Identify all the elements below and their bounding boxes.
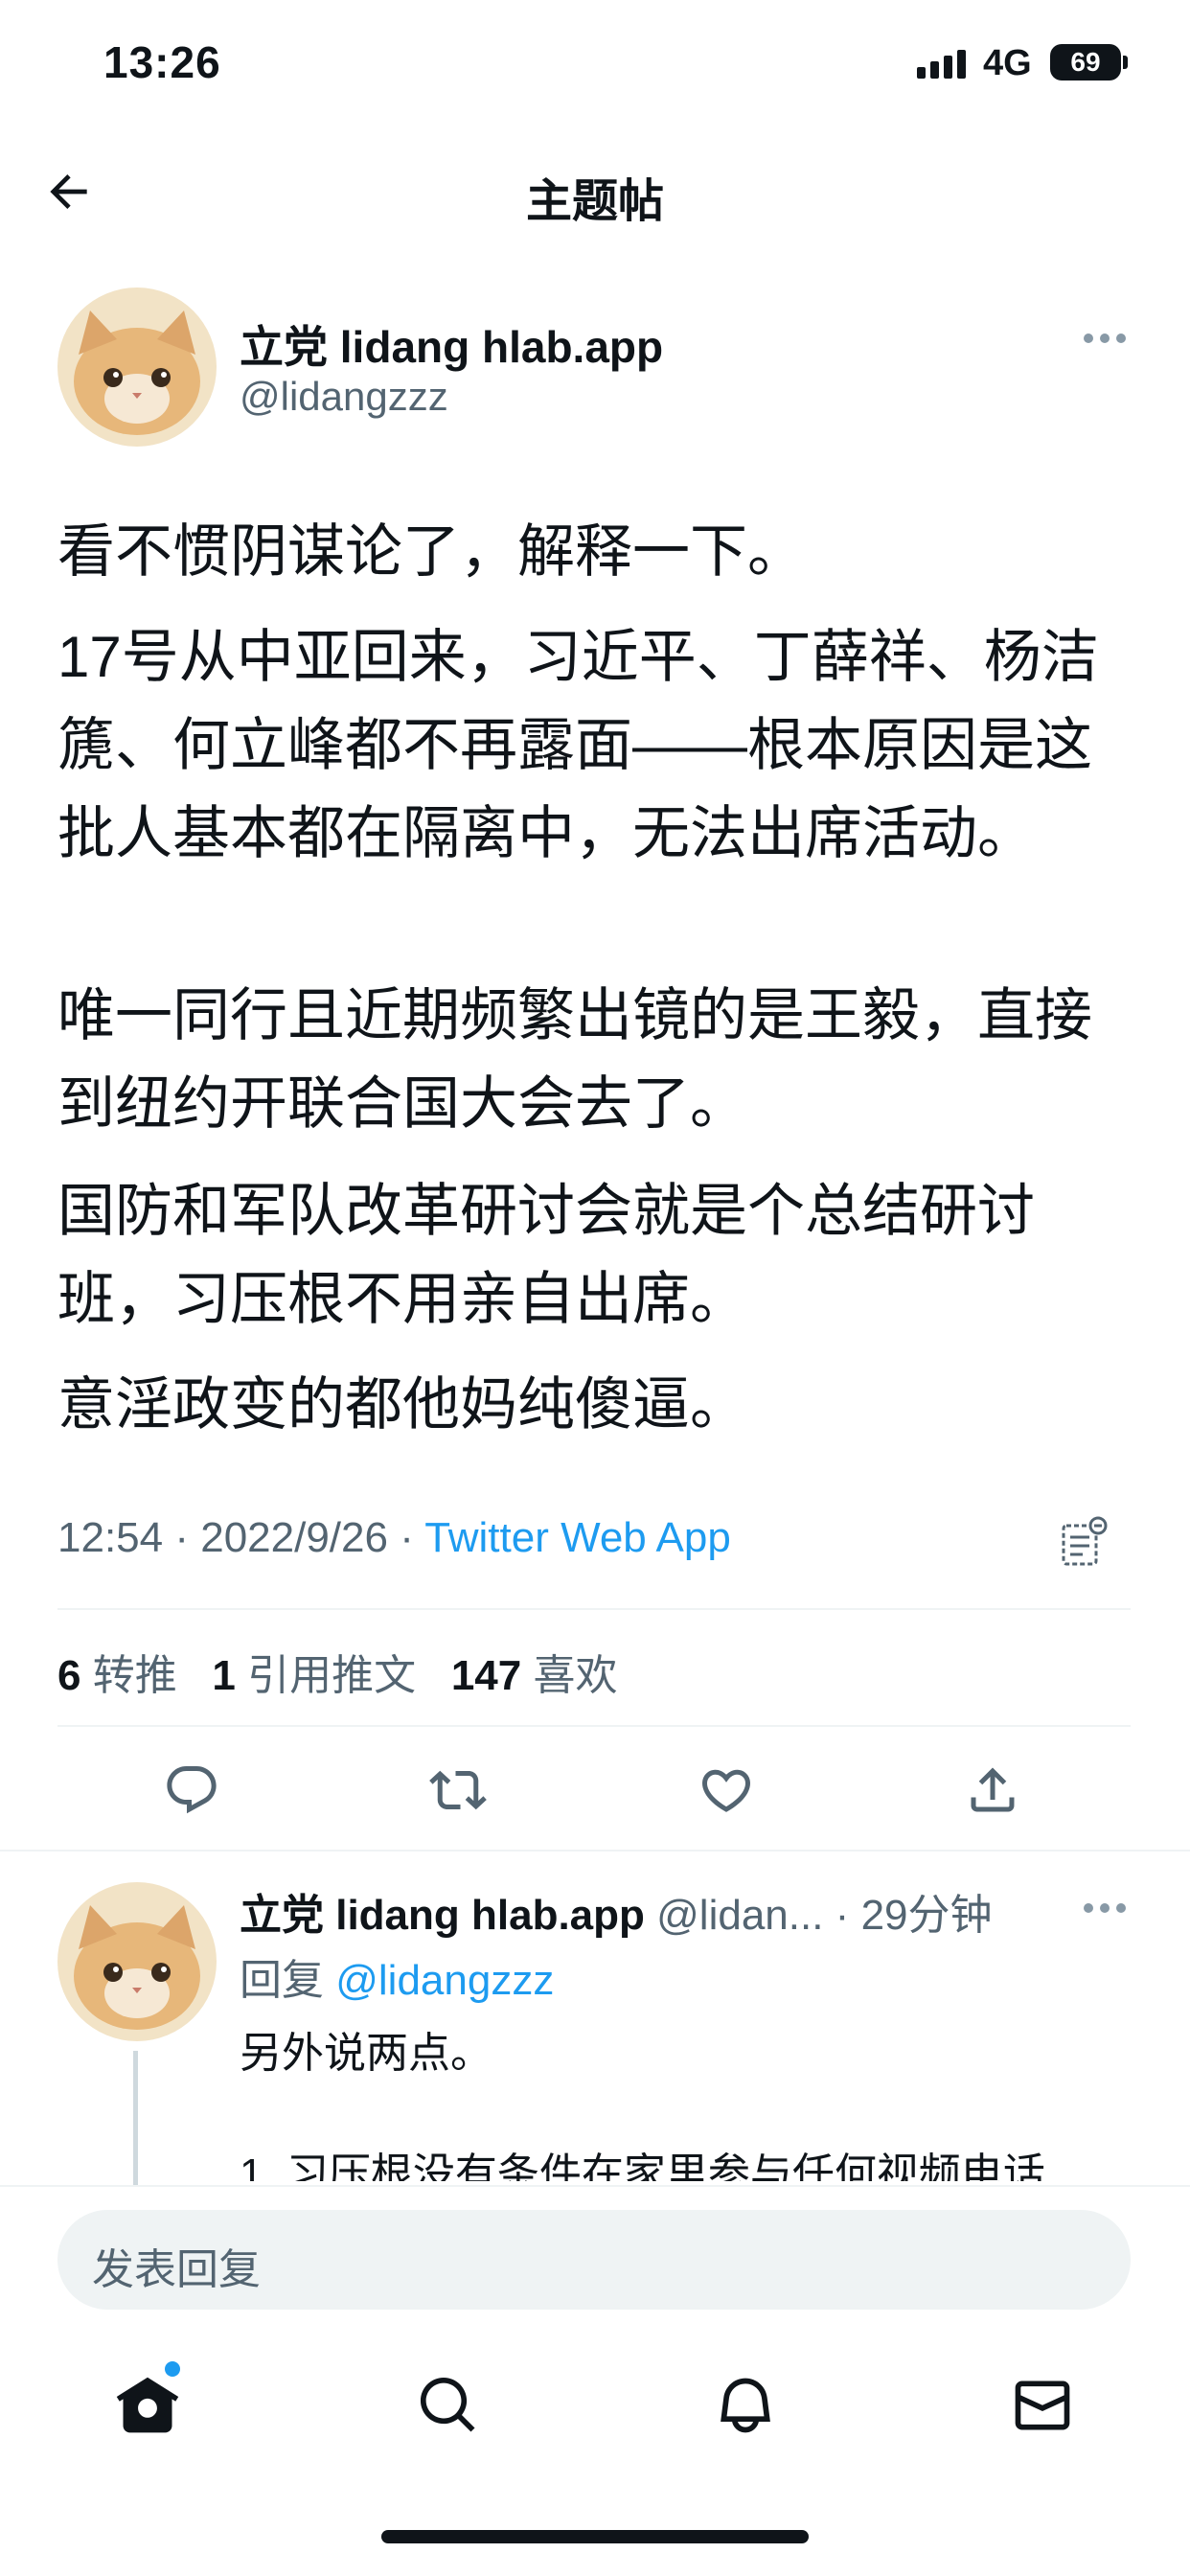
share-icon[interactable] [964,1761,1021,1819]
avatar[interactable] [57,288,217,447]
divider [57,1725,1131,1727]
network-type: 4G [983,43,1032,83]
tweet-time: 12:54 [57,1514,164,1561]
tweet-source[interactable]: Twitter Web App [424,1514,731,1561]
author-name[interactable]: 立党 lidang hlab.app [240,312,663,376]
tweet-stats: 6 转推 1 引用推文 147 喜欢 [57,1641,617,1702]
reply-to-handle[interactable]: @lidangzzz [335,1957,554,2004]
search-icon[interactable] [416,2373,481,2438]
reply-author-handle[interactable]: @lidan... [656,1892,823,1939]
battery-indicator: 69 [1050,44,1121,80]
tweet-date: 2022/9/26 [200,1514,388,1561]
reply-to: 回复 @lidangzzz [240,1957,555,2004]
retweets-stat[interactable]: 6 转推 [57,1652,177,1699]
retweet-icon[interactable] [429,1761,487,1819]
mail-icon[interactable] [1010,2373,1075,2438]
signal-icon [917,50,966,79]
home-indicator [381,2530,809,2543]
tweet-text-paragraph: 唯一同行且近期频繁出镜的是王毅，直接到纽约开联合国大会去了。 [57,983,1092,1136]
thread-line [133,2051,138,2185]
divider [57,1608,1131,1610]
author-handle[interactable]: @lidangzzz [240,374,448,420]
quotes-stat[interactable]: 1 引用推文 [212,1652,416,1699]
more-dots-icon[interactable] [1083,1901,1127,1915]
reply-author-name[interactable]: 立党 lidang hlab.app [240,1892,645,1939]
status-time: 13:26 [103,37,221,87]
reply-input-placeholder: 发表回复 [92,2246,261,2293]
tweet-text-paragraph: 国防和军队改革研讨会就是个总结研讨班，习压根不用亲自出席。 [57,1179,1035,1331]
notification-dot [165,2361,180,2377]
tweet-text-paragraph: 意淫政变的都他妈纯傻逼。 [57,1372,747,1437]
reply-text: 1. 习压根没有条件在家里参与任何视频电话 [240,2150,1045,2181]
reply-header: 立党 lidang hlab.app @lidan... · 29分钟 [240,1892,993,1939]
heart-icon[interactable] [698,1761,755,1819]
tweet-text-paragraph: 17号从中亚回来，习近平、丁薛祥、杨洁篪、何立峰都不再露面——根本原因是这批人基… [57,625,1099,865]
tweet-meta: 12:54 · 2022/9/26 · Twitter Web App [57,1514,731,1561]
analytics-icon[interactable] [1060,1516,1108,1568]
divider [0,1850,1190,1852]
reply-text: 另外说两点。 [240,2030,492,2077]
bell-icon[interactable] [713,2373,778,2438]
reply-icon[interactable] [163,1761,220,1819]
page-title: 主题帖 [525,176,664,227]
reply-avatar[interactable] [57,1882,217,2041]
reply-time: 29分钟 [860,1892,993,1939]
home-icon[interactable] [115,2373,180,2438]
tweet-text-paragraph: 看不惯阴谋论了，解释一下。 [57,519,805,584]
battery-tip [1123,56,1128,69]
more-dots-icon[interactable] [1083,332,1127,345]
likes-stat[interactable]: 147 喜欢 [451,1652,618,1699]
